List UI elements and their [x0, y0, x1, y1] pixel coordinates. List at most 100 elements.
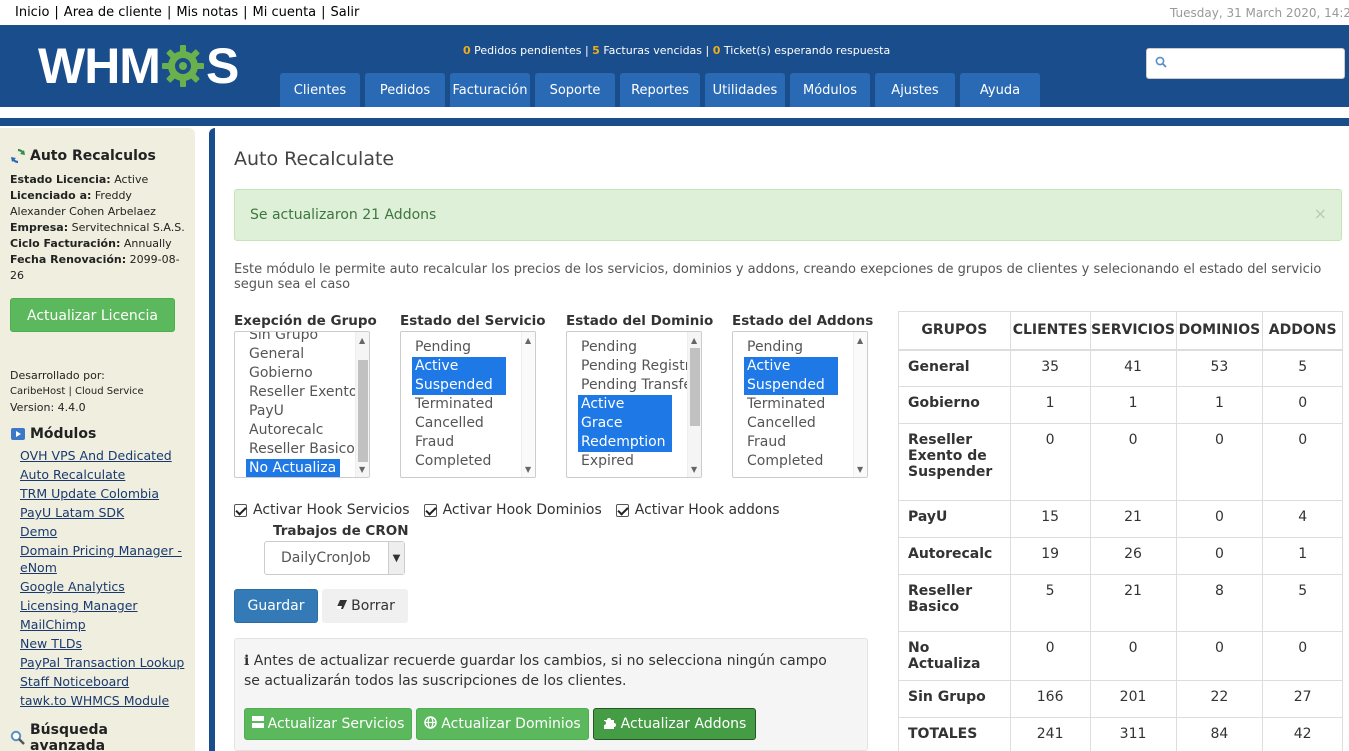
hook-addons-checkbox[interactable] — [615, 503, 629, 517]
listbox-option-selected[interactable]: Active — [412, 357, 506, 376]
clear-button[interactable]: Borrar — [322, 589, 408, 623]
hook-servicios-checkbox[interactable] — [234, 503, 247, 517]
listbox-option[interactable]: Sin Grupo — [235, 332, 355, 345]
module-link[interactable]: Domain Pricing Manager - eNom — [20, 543, 182, 575]
module-link[interactable]: TRM Update Colombia — [20, 486, 159, 501]
listbox-option[interactable]: Pending — [401, 338, 521, 357]
listbox-option-selected[interactable]: Active — [578, 395, 672, 414]
module-link[interactable]: Demo — [20, 524, 57, 539]
hook-dominios-checkbox[interactable] — [423, 503, 437, 517]
module-link[interactable]: Google Analytics — [20, 579, 125, 594]
service-listbox[interactable]: Pending Active Suspended Terminated Canc… — [400, 331, 536, 478]
close-icon[interactable]: × — [1314, 204, 1327, 223]
facturas-link[interactable]: Facturas vencidas — [603, 44, 702, 57]
module-link[interactable]: New TLDs — [20, 636, 82, 651]
update-license-button[interactable]: Actualizar Licencia — [10, 298, 175, 332]
count-cell: 15 — [1009, 500, 1091, 538]
nav-pedidos[interactable]: Pedidos — [365, 73, 445, 107]
module-link[interactable]: Staff Noticeboard — [20, 674, 129, 689]
listbox-option[interactable]: Reseller Exento — [235, 383, 355, 402]
domain-listbox[interactable]: Pending Pending Registr Pending Transfe … — [566, 331, 702, 478]
listbox-option[interactable]: Pending Registr — [567, 357, 687, 376]
magnifier-icon — [10, 730, 26, 746]
link-salir[interactable]: Salir — [331, 5, 360, 20]
listbox-option[interactable]: Fraud — [401, 433, 521, 452]
group-name-cell: Sin Grupo — [898, 680, 1011, 718]
listbox-option[interactable]: Expired — [567, 452, 687, 471]
listbox-option[interactable]: Gobierno — [235, 364, 355, 383]
nav-utilidades[interactable]: Utilidades — [705, 73, 785, 107]
link-mi-cuenta[interactable]: Mi cuenta — [252, 5, 316, 20]
listbox-scrollbar[interactable]: ▲ ▼ — [687, 332, 701, 477]
separator: | — [243, 5, 248, 20]
tickets-link[interactable]: Ticket(s) esperando respuesta — [724, 44, 890, 57]
listbox-scrollbar[interactable]: ▲ ▼ — [355, 332, 369, 477]
nav-soporte[interactable]: Soporte — [535, 73, 615, 107]
listbox-option-selected[interactable]: Suspended — [412, 376, 506, 395]
search-box[interactable] — [1146, 48, 1345, 79]
listbox-option[interactable]: Pending — [567, 338, 687, 357]
listbox-option-selected[interactable]: Grace — [578, 414, 672, 433]
listbox-option[interactable]: Pending — [733, 338, 853, 357]
listbox-option-selected[interactable]: Redemption — [578, 433, 672, 452]
nav-ayuda[interactable]: Ayuda — [960, 73, 1040, 107]
module-link[interactable]: Auto Recalculate — [20, 467, 125, 482]
nav-reportes[interactable]: Reportes — [620, 73, 700, 107]
nav-facturacion[interactable]: Facturación — [450, 73, 530, 107]
listbox-option[interactable]: PayU — [235, 402, 355, 421]
listbox-scrollbar[interactable]: ▲ ▼ — [853, 332, 867, 477]
scroll-down-icon[interactable]: ▼ — [525, 465, 531, 474]
scroll-up-icon[interactable]: ▲ — [857, 336, 863, 345]
module-item: Domain Pricing Manager - eNom — [20, 542, 185, 576]
listbox-option[interactable]: Autorecalc — [235, 421, 355, 440]
cron-select[interactable]: DailyCronJob ▼ — [264, 541, 405, 575]
addons-listbox[interactable]: Pending Active Suspended Terminated Canc… — [732, 331, 868, 478]
module-link[interactable]: PayU Latam SDK — [20, 505, 124, 520]
listbox-option[interactable]: Pending Transfe — [567, 376, 687, 395]
listbox-option[interactable]: Terminated — [733, 395, 853, 414]
listbox-option[interactable]: General — [235, 345, 355, 364]
nav-clientes[interactable]: Clientes — [280, 73, 360, 107]
listbox-option[interactable]: Completed — [401, 452, 521, 471]
save-button[interactable]: Guardar — [234, 589, 318, 623]
update-services-button[interactable]: Actualizar Servicios — [244, 708, 412, 740]
link-inicio[interactable]: Inicio — [15, 5, 49, 20]
module-link[interactable]: PayPal Transaction Lookup — [20, 655, 184, 670]
listbox-option[interactable]: Fraud — [733, 433, 853, 452]
listbox-option[interactable]: Reseller Basico — [235, 440, 355, 459]
module-link[interactable]: Licensing Manager — [20, 598, 138, 613]
nav-ajustes[interactable]: Ajustes — [875, 73, 955, 107]
checkbox-label: Activar Hook addons — [634, 502, 780, 518]
module-link[interactable]: tawk.to WHMCS Module — [20, 693, 169, 708]
scroll-down-icon[interactable]: ▼ — [359, 465, 365, 474]
link-area-cliente[interactable]: Area de cliente — [64, 5, 162, 20]
module-link[interactable]: OVH VPS And Dedicated — [20, 448, 172, 463]
scroll-down-icon[interactable]: ▼ — [857, 465, 863, 474]
module-item: New TLDs — [20, 634, 185, 653]
pedidos-link[interactable]: Pedidos pendientes — [474, 44, 581, 57]
listbox-option[interactable]: Completed — [733, 452, 853, 471]
listbox-option[interactable]: Terminated — [401, 395, 521, 414]
group-listbox[interactable]: Sin Grupo General Gobierno Reseller Exen… — [234, 331, 370, 478]
listbox-scrollbar[interactable]: ▲ ▼ — [521, 332, 535, 477]
scroll-up-icon[interactable]: ▲ — [359, 336, 365, 345]
modules-icon — [10, 426, 26, 442]
scroll-thumb[interactable] — [690, 348, 700, 426]
listbox-option-selected[interactable]: No Actualiza — [246, 459, 340, 477]
listbox-option-selected[interactable]: Suspended — [744, 376, 838, 395]
scroll-thumb[interactable] — [358, 360, 368, 462]
update-domains-button[interactable]: Actualizar Dominios — [416, 708, 589, 740]
listbox-option[interactable]: Cancelled — [733, 414, 853, 433]
search-input[interactable] — [1171, 56, 1331, 71]
module-link[interactable]: MailChimp — [20, 617, 86, 632]
nav-modulos[interactable]: Módulos — [790, 73, 870, 107]
update-addons-button[interactable]: Actualizar Addons — [593, 708, 756, 740]
scroll-up-icon[interactable]: ▲ — [525, 336, 531, 345]
whmcs-logo[interactable]: WHM S — [38, 39, 239, 93]
scroll-down-icon[interactable]: ▼ — [691, 465, 697, 474]
scroll-up-icon[interactable]: ▲ — [691, 336, 697, 345]
table-row: No Actualiza 0 0 0 0 — [898, 631, 1343, 681]
link-mis-notas[interactable]: Mis notas — [176, 5, 238, 20]
listbox-option-selected[interactable]: Active — [744, 357, 838, 376]
listbox-option[interactable]: Cancelled — [401, 414, 521, 433]
